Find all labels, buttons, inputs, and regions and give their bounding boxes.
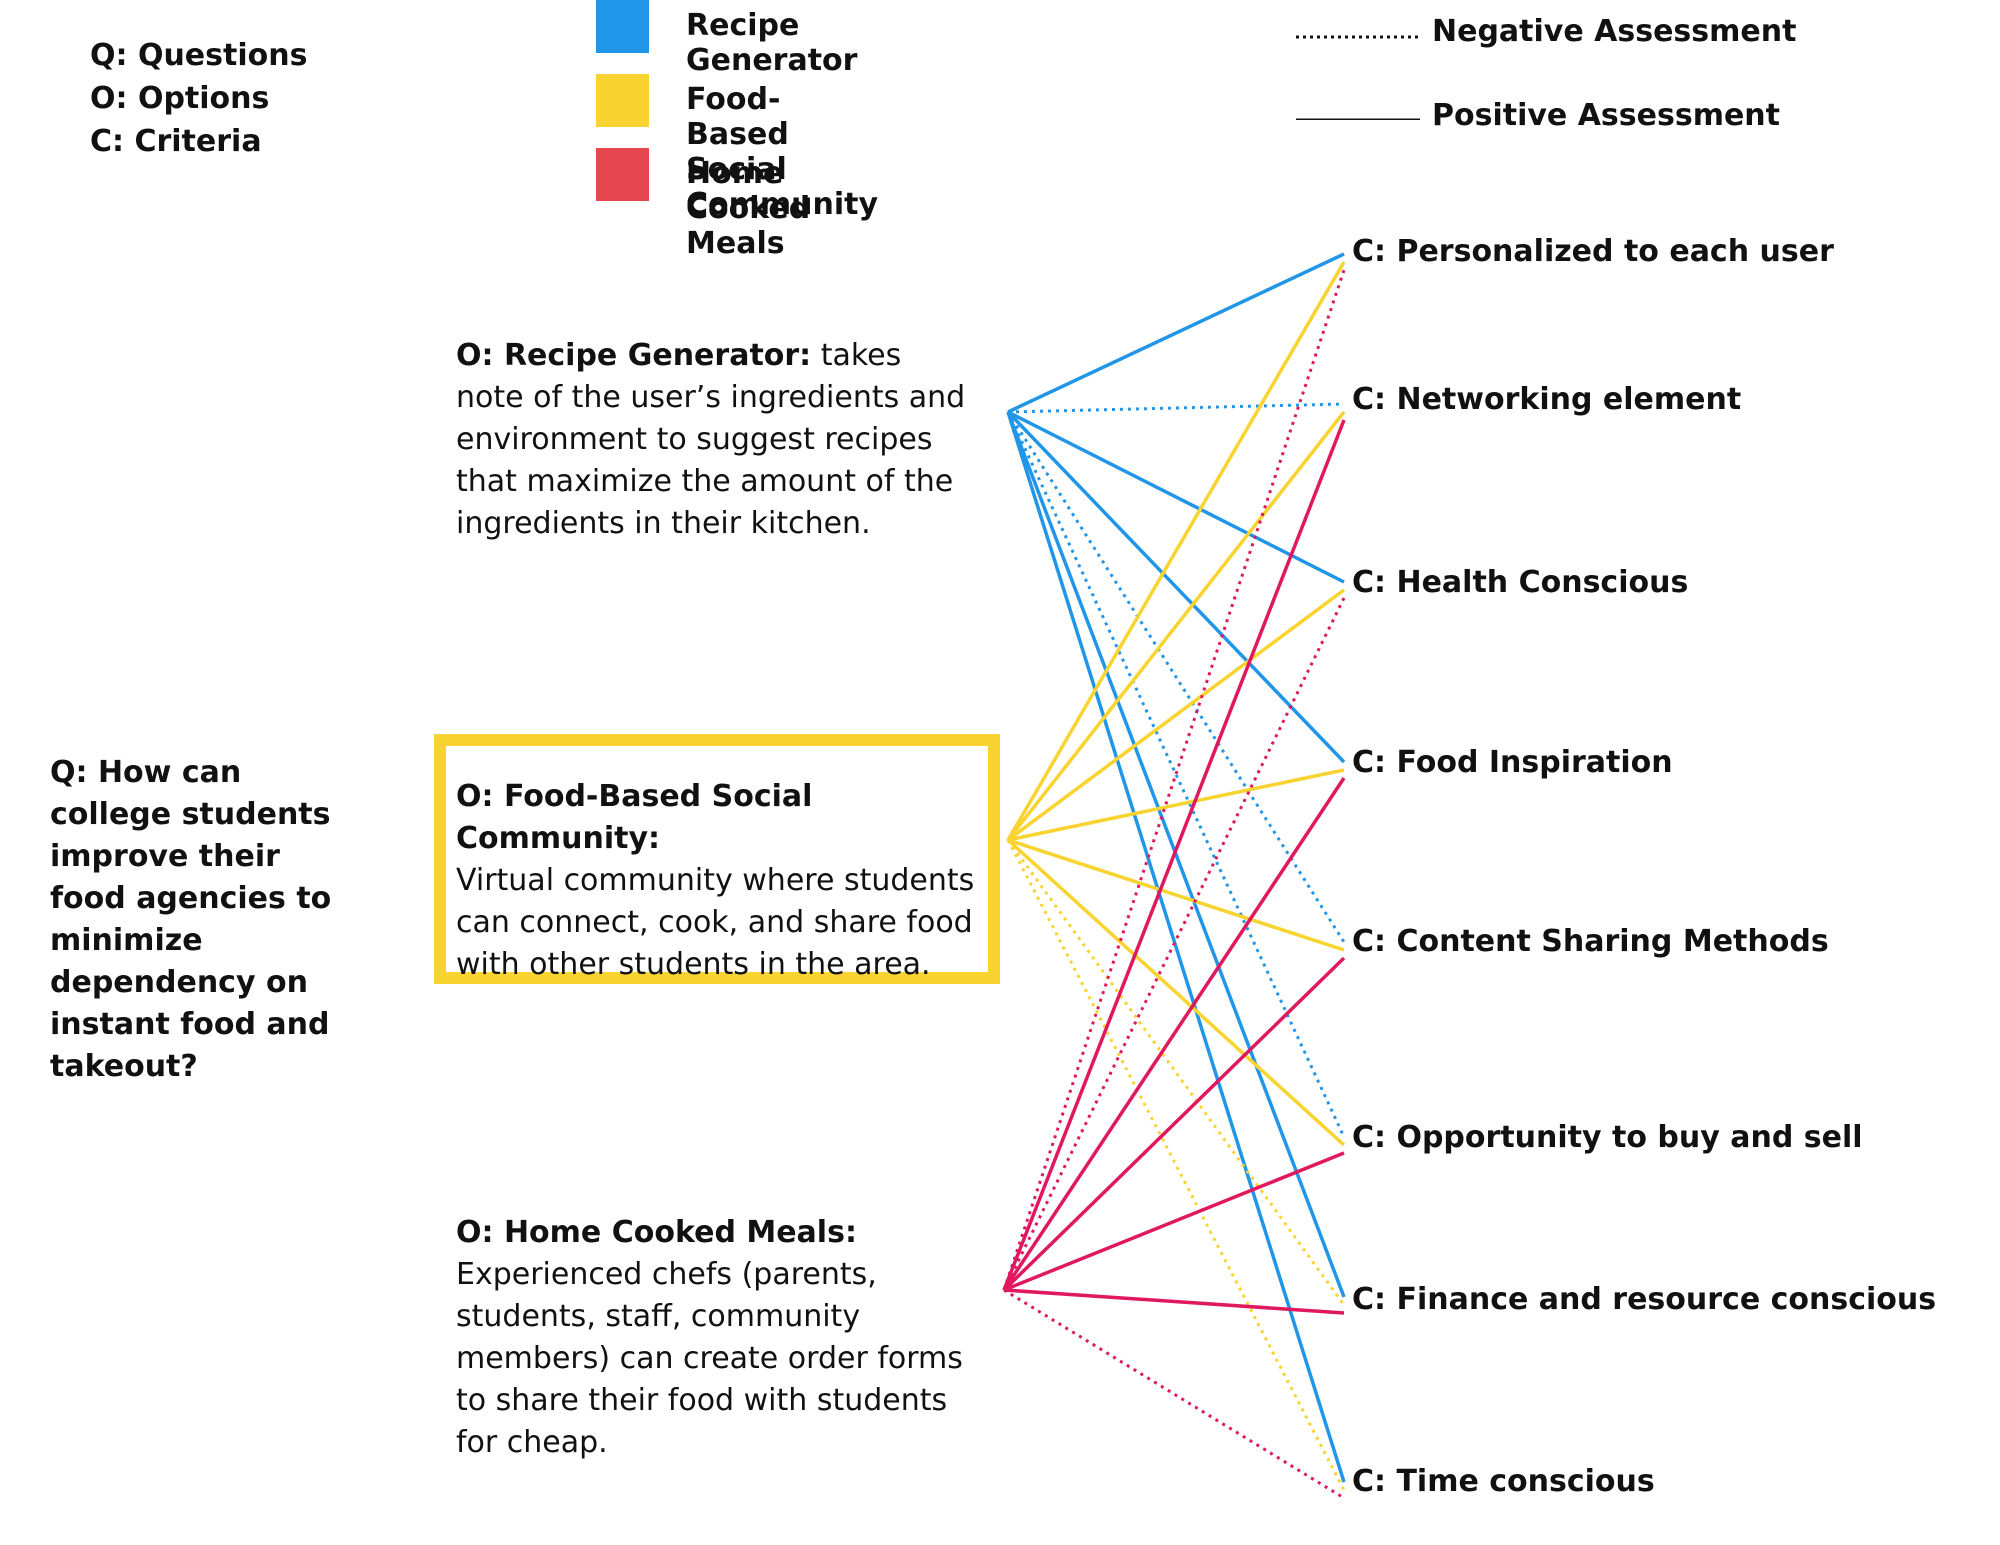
option-home-text: Experienced chefs (parents, students, st… xyxy=(456,1257,963,1460)
link-recipe-4-negative xyxy=(1006,411,1346,943)
criterion-buy-sell: C: Opportunity to buy and sell xyxy=(1352,1120,1863,1155)
criterion-personalized: C: Personalized to each user xyxy=(1352,234,1834,269)
link-recipe-2-positive xyxy=(1007,410,1345,584)
option-community-text: Virtual community where students can con… xyxy=(456,863,975,982)
link-community-5-positive xyxy=(1006,838,1346,1147)
link-home-4-positive xyxy=(1002,956,1346,1292)
option-home-cooked: O: Home Cooked Meals: Experienced chefs … xyxy=(456,1212,976,1464)
link-home-6-positive xyxy=(1003,1288,1345,1315)
link-community-3-positive xyxy=(1007,768,1345,842)
link-recipe-0-positive xyxy=(1007,252,1345,414)
link-home-2-negative xyxy=(1002,597,1346,1291)
option-community-title: O: Food-Based Social Community: xyxy=(456,779,813,856)
link-home-5-positive xyxy=(1003,1151,1345,1292)
option-food-community: O: Food-Based Social Community: Virtual … xyxy=(456,776,976,986)
link-recipe-3-positive xyxy=(1006,410,1346,764)
link-recipe-7-positive xyxy=(1006,411,1346,1483)
criterion-content-sharing: C: Content Sharing Methods xyxy=(1352,924,1829,959)
criterion-finance: C: Finance and resource conscious xyxy=(1352,1282,1937,1317)
question-text: Q: How can college students improve thei… xyxy=(50,755,332,1084)
criterion-health: C: Health Conscious xyxy=(1352,565,1689,600)
option-home-title: O: Home Cooked Meals: xyxy=(456,1215,857,1250)
criterion-time: C: Time conscious xyxy=(1352,1464,1655,1499)
link-recipe-1-negative xyxy=(1007,402,1345,414)
option-recipe-generator: O: Recipe Generator: takes note of the u… xyxy=(456,335,976,545)
criterion-networking: C: Networking element xyxy=(1352,382,1742,417)
criterion-food-inspiration: C: Food Inspiration xyxy=(1352,745,1673,780)
option-recipe-title: O: Recipe Generator: xyxy=(456,338,812,373)
